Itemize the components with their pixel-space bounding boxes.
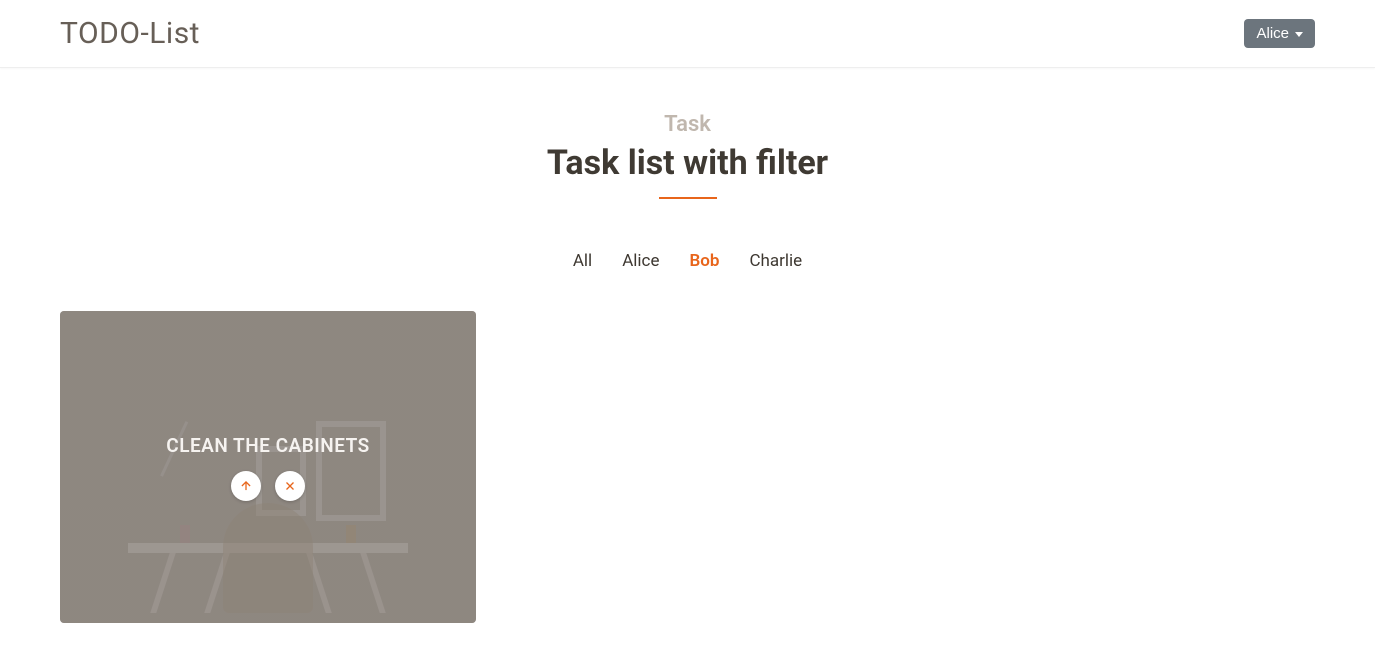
title-divider: [659, 197, 717, 199]
task-delete-button[interactable]: [275, 471, 305, 501]
page-title: Task list with filter: [0, 143, 1375, 183]
card-content: CLEAN THE CABINETS: [166, 434, 369, 501]
filter-charlie[interactable]: Charlie: [749, 251, 802, 271]
user-menu-dropdown[interactable]: Alice: [1244, 19, 1315, 48]
app-brand[interactable]: TODO-List: [60, 16, 200, 51]
filter-alice[interactable]: Alice: [622, 251, 659, 271]
task-title: CLEAN THE CABINETS: [166, 434, 369, 457]
filter-bar: All Alice Bob Charlie: [0, 251, 1375, 271]
arrow-up-icon: [239, 479, 253, 493]
user-menu-label: Alice: [1256, 25, 1289, 42]
task-grid: CLEAN THE CABINETS: [0, 271, 1375, 663]
task-actions: [166, 471, 369, 501]
navbar: TODO-List Alice: [0, 0, 1375, 68]
page-header: Task Task list with filter All Alice Bob…: [0, 68, 1375, 271]
task-card: CLEAN THE CABINETS: [60, 311, 476, 623]
close-icon: [283, 479, 297, 493]
page-subtitle: Task: [0, 112, 1375, 137]
filter-bob[interactable]: Bob: [689, 251, 719, 271]
task-upload-button[interactable]: [231, 471, 261, 501]
filter-all[interactable]: All: [573, 251, 592, 271]
chevron-down-icon: [1295, 32, 1303, 37]
